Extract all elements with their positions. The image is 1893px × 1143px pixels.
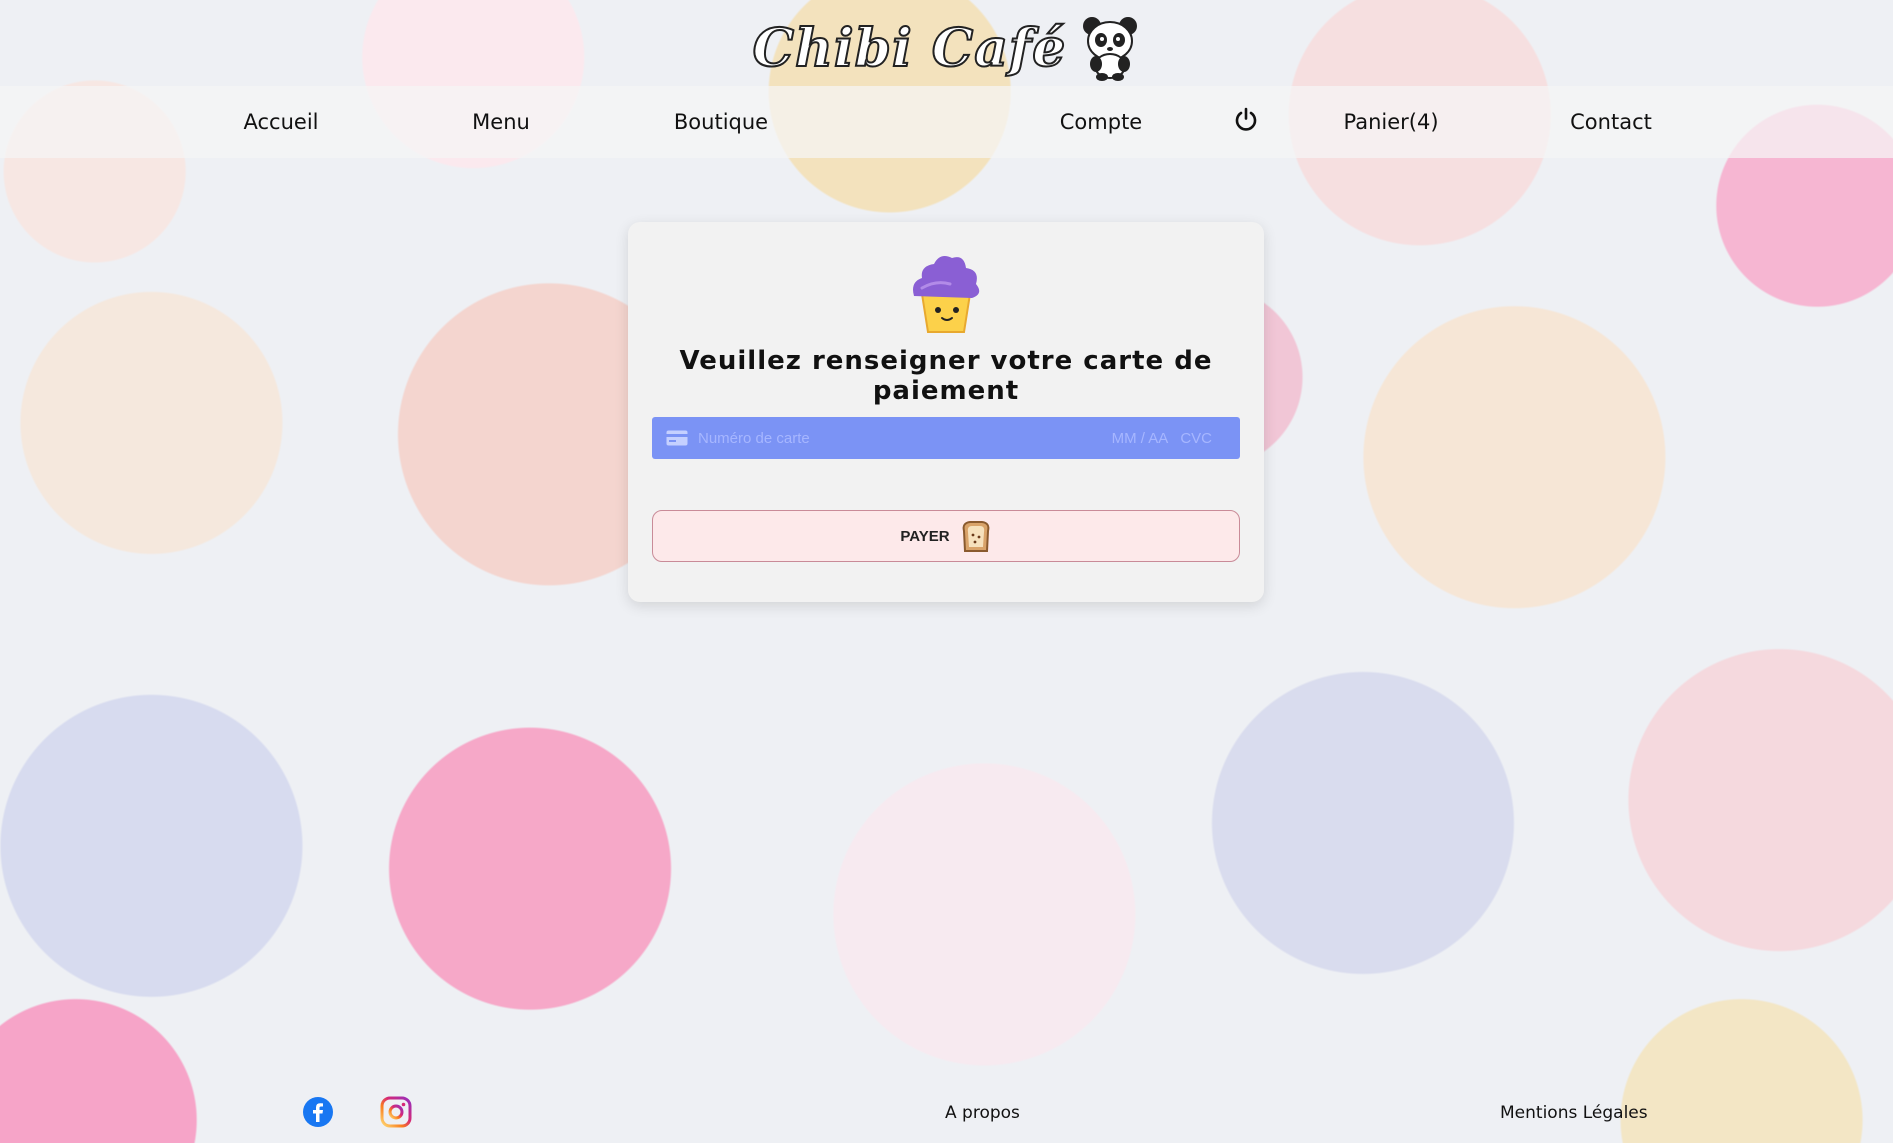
card-cvc-field[interactable]: CVC [1180, 430, 1212, 447]
nav-boutique[interactable]: Boutique [674, 110, 768, 134]
footer-about-link[interactable]: A propos [945, 1103, 1020, 1123]
cupcake-icon [913, 256, 980, 333]
card-input[interactable]: Numéro de carte MM / AA CVC [652, 417, 1240, 459]
nav-panier[interactable]: Panier(4) [1343, 110, 1438, 134]
credit-card-icon [666, 430, 688, 446]
payment-card: Veuillez renseigner votre carte de paiem… [628, 222, 1264, 602]
main-navbar: Accueil Menu Boutique Compte Panier(4) C… [0, 86, 1893, 158]
footer-legal-link[interactable]: Mentions Légales [1500, 1103, 1648, 1123]
pay-button-label: PAYER [900, 527, 950, 545]
nav-menu[interactable]: Menu [472, 110, 530, 134]
toast-icon [962, 521, 989, 552]
nav-logout[interactable] [1233, 107, 1259, 138]
power-icon [1235, 107, 1257, 131]
card-number-field[interactable]: Numéro de carte [698, 430, 1112, 447]
instagram-icon[interactable] [380, 1096, 412, 1128]
card-expiry-field[interactable]: MM / AA [1112, 430, 1169, 447]
pay-button[interactable]: PAYER [652, 510, 1240, 562]
panda-icon [1083, 17, 1138, 81]
nav-contact[interactable]: Contact [1570, 110, 1652, 134]
nav-accueil[interactable]: Accueil [244, 110, 319, 134]
payment-title: Veuillez renseigner votre carte de paiem… [679, 346, 1213, 406]
site-logo-title[interactable]: Chibi Café [752, 17, 1067, 80]
facebook-icon[interactable] [302, 1096, 334, 1128]
site-header: Chibi Café [0, 14, 1893, 82]
nav-compte[interactable]: Compte [1060, 110, 1142, 134]
